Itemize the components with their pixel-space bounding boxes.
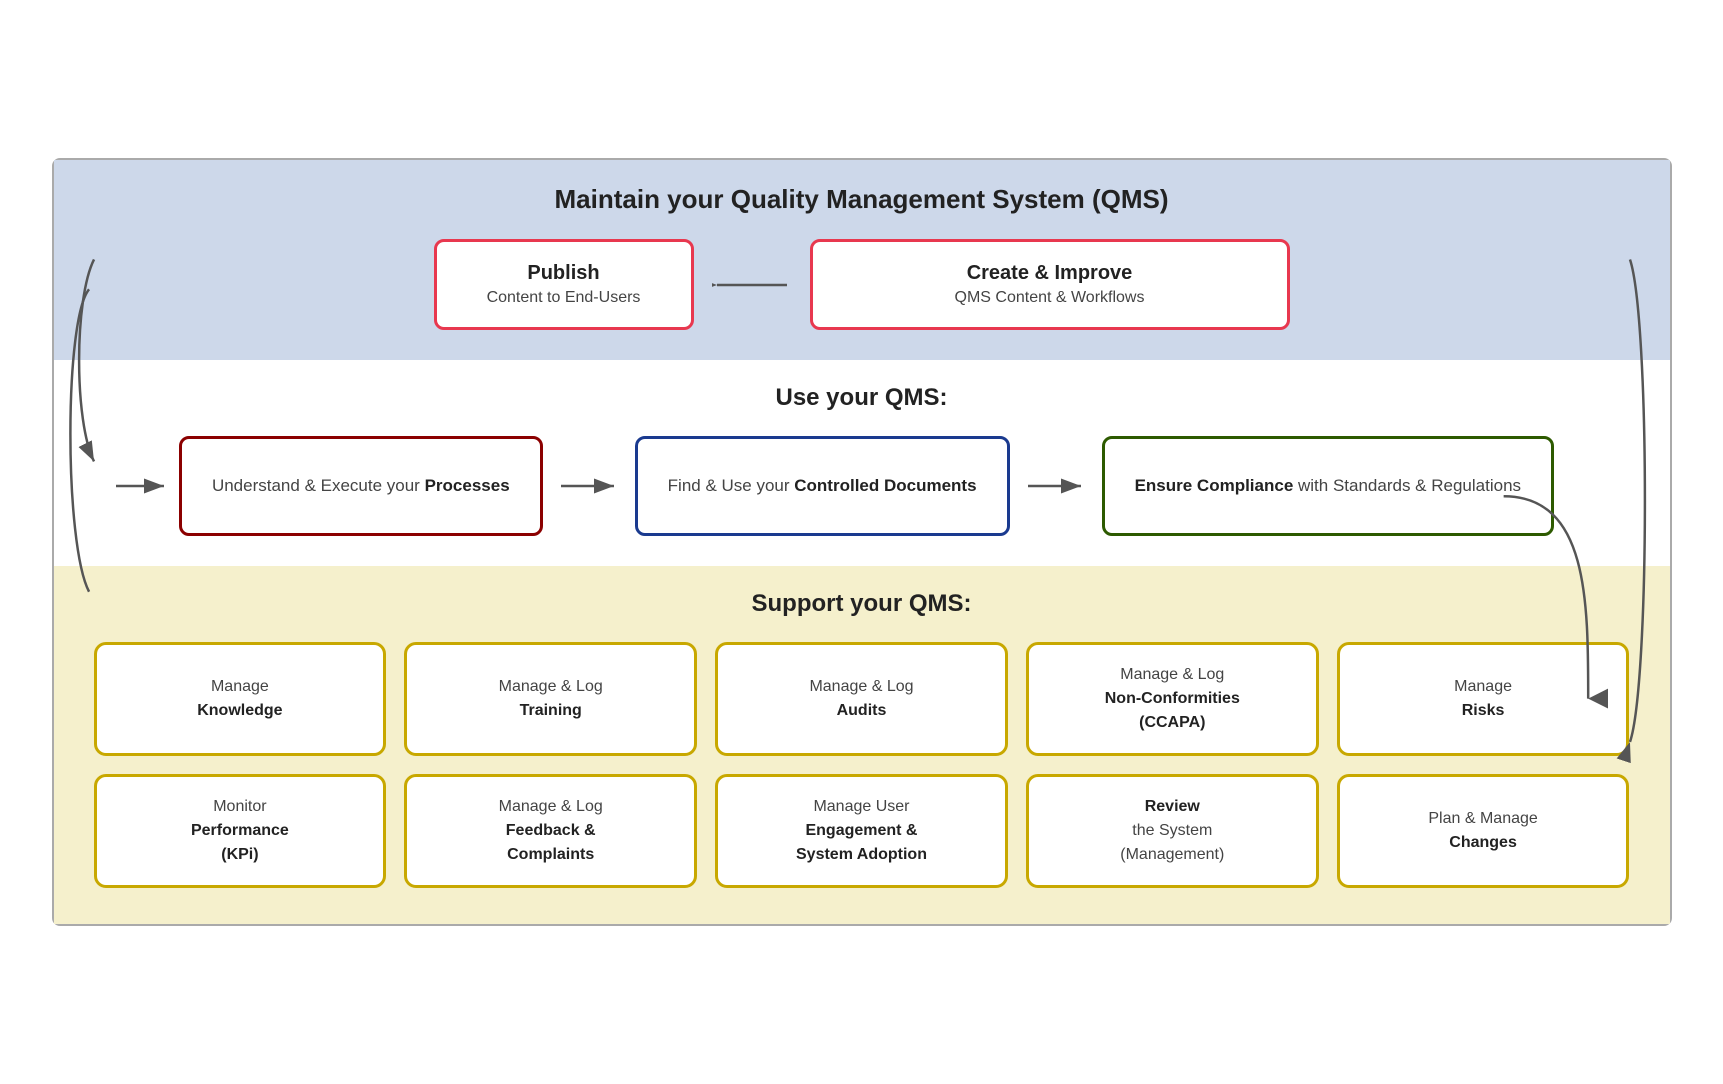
- top-section-title: Maintain your Quality Management System …: [94, 184, 1630, 215]
- audits-text: Manage & LogAudits: [809, 675, 913, 723]
- middle-section-title: Use your QMS:: [94, 384, 1630, 412]
- bottom-grid: ManageKnowledge Manage & LogTraining Man…: [94, 642, 1630, 888]
- compliance-text: Ensure Compliance with Standards & Regul…: [1135, 474, 1521, 498]
- bottom-section-title: Support your QMS:: [94, 590, 1630, 618]
- processes-box: Understand & Execute your Processes: [179, 436, 543, 536]
- performance-box: MonitorPerformance(KPi): [94, 774, 387, 888]
- risks-text: ManageRisks: [1454, 675, 1512, 723]
- processes-text: Understand & Execute your Processes: [212, 474, 510, 498]
- controlled-docs-box: Find & Use your Controlled Documents: [635, 436, 1010, 536]
- top-arrow: [694, 270, 810, 300]
- review-text: Reviewthe System(Management): [1120, 795, 1224, 867]
- engagement-text: Manage UserEngagement &System Adoption: [796, 795, 927, 867]
- create-improve-subtitle: QMS Content & Workflows: [955, 289, 1145, 307]
- review-box: Reviewthe System(Management): [1026, 774, 1319, 888]
- knowledge-text: ManageKnowledge: [197, 675, 282, 723]
- changes-text: Plan & ManageChanges: [1428, 807, 1537, 855]
- performance-text: MonitorPerformance(KPi): [191, 795, 289, 867]
- risks-box: ManageRisks: [1337, 642, 1630, 756]
- mid-arrow-1: [543, 471, 635, 501]
- mid-arrow-2: [1010, 471, 1102, 501]
- feedback-box: Manage & LogFeedback &Complaints: [404, 774, 697, 888]
- non-conformities-box: Manage & LogNon-Conformities(CCAPA): [1026, 642, 1319, 756]
- publish-title: Publish: [527, 262, 599, 285]
- controlled-docs-text: Find & Use your Controlled Documents: [668, 474, 977, 498]
- create-improve-title: Create & Improve: [967, 262, 1133, 285]
- non-conformities-text: Manage & LogNon-Conformities(CCAPA): [1105, 663, 1240, 735]
- publish-subtitle: Content to End-Users: [487, 289, 641, 307]
- create-improve-box: Create & Improve QMS Content & Workflows: [810, 239, 1290, 330]
- top-boxes-row: Publish Content to End-Users Create & Im…: [94, 239, 1630, 330]
- middle-section: Use your QMS: Understand & Execute your …: [54, 360, 1670, 566]
- training-text: Manage & LogTraining: [499, 675, 603, 723]
- feedback-text: Manage & LogFeedback &Complaints: [499, 795, 603, 867]
- middle-boxes-row: Understand & Execute your Processes Find…: [94, 436, 1630, 536]
- qms-diagram: Maintain your Quality Management System …: [52, 158, 1672, 926]
- audits-box: Manage & LogAudits: [715, 642, 1008, 756]
- training-box: Manage & LogTraining: [404, 642, 697, 756]
- engagement-box: Manage UserEngagement &System Adoption: [715, 774, 1008, 888]
- compliance-box: Ensure Compliance with Standards & Regul…: [1102, 436, 1554, 536]
- top-section: Maintain your Quality Management System …: [54, 160, 1670, 360]
- knowledge-box: ManageKnowledge: [94, 642, 387, 756]
- publish-box: Publish Content to End-Users: [434, 239, 694, 330]
- bottom-section: Support your QMS: ManageKnowledge Manage…: [54, 566, 1670, 924]
- changes-box: Plan & ManageChanges: [1337, 774, 1630, 888]
